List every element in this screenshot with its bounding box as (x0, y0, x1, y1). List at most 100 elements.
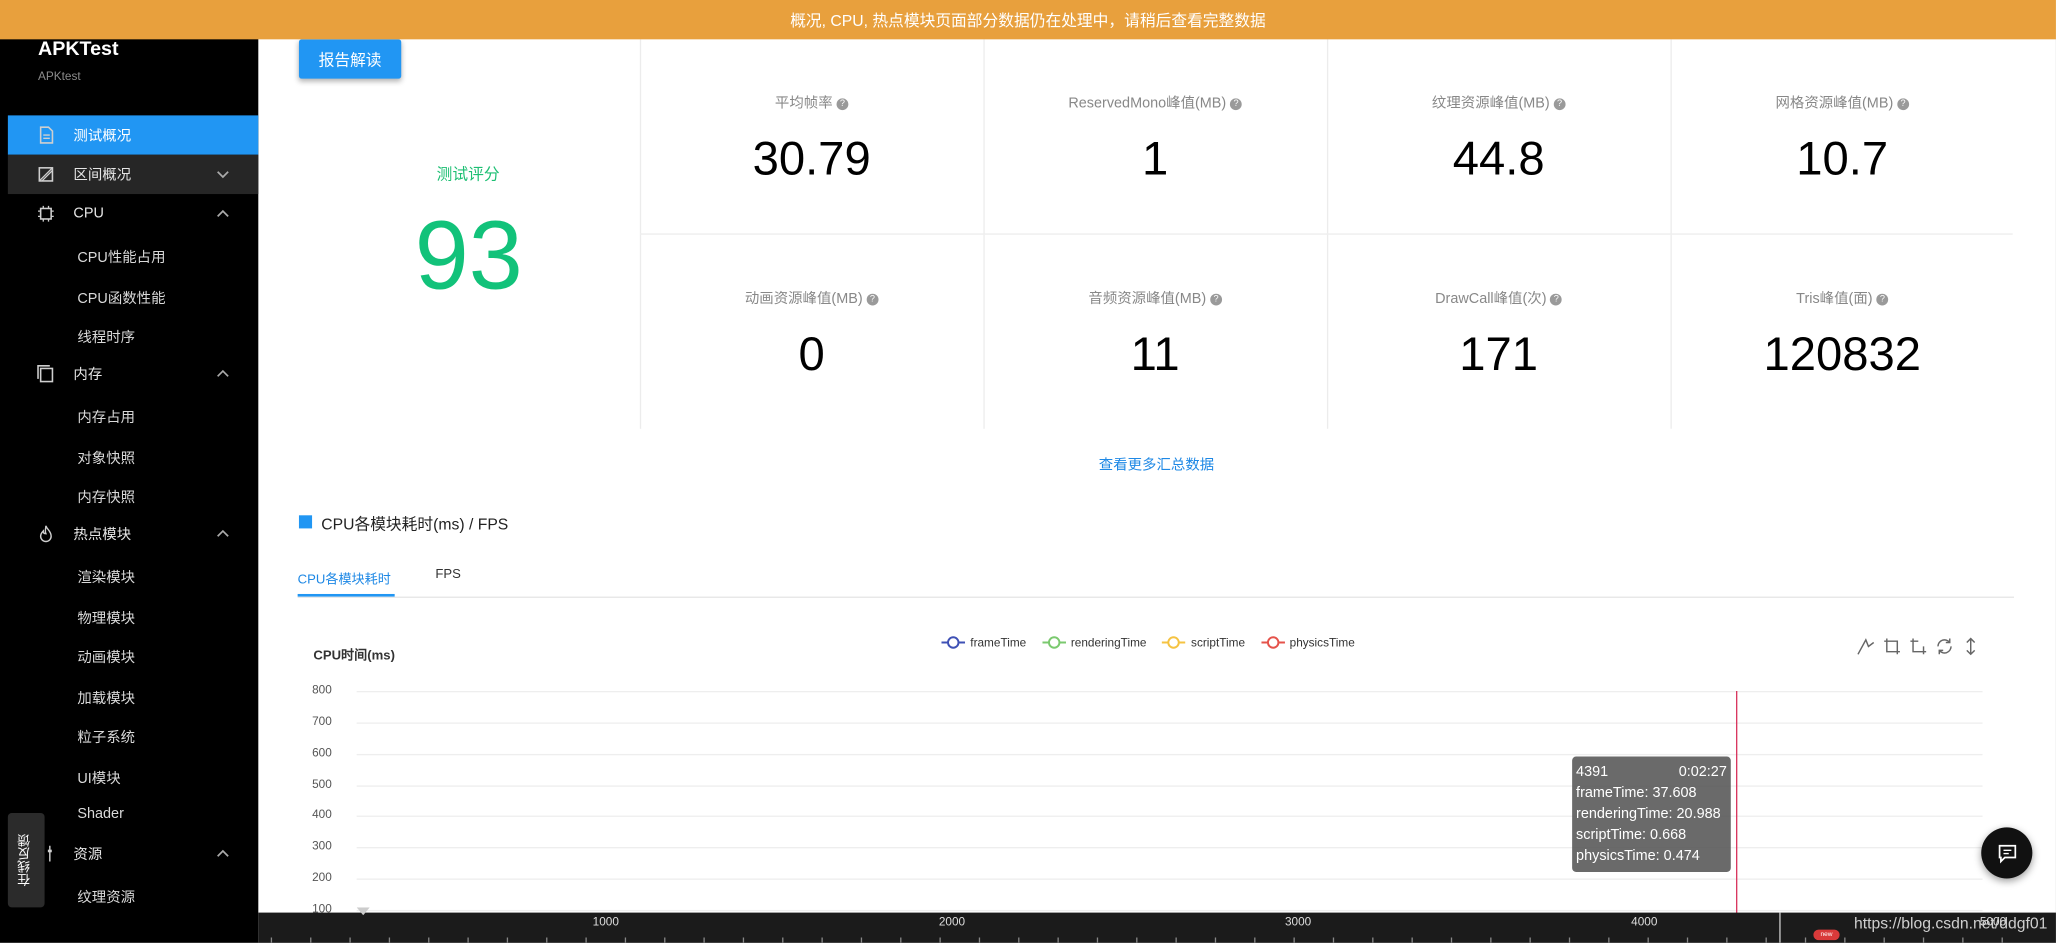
tooltip-frame: 4391 (1576, 764, 1609, 781)
sidebar-item-test-overview[interactable]: 测试概况 (7, 115, 259, 155)
tooltip-time: 0:02:27 (1678, 764, 1727, 781)
more-summary-link[interactable]: 查看更多汇总数据 (1099, 454, 1214, 475)
app-title: APKTest (38, 38, 119, 61)
sidebar-subitem-thread-timeline[interactable]: 线程时序 (77, 326, 135, 347)
watermark: https://blog.csdn.net/ddgf01 (1854, 913, 2048, 933)
vertical-resize-icon[interactable] (1962, 637, 1980, 656)
flame-icon (39, 525, 52, 543)
zoom-area-icon[interactable] (1883, 637, 1901, 655)
sidebar-item-range-overview[interactable]: 区间概况 (7, 154, 259, 195)
chat-icon (1998, 844, 2016, 863)
chevron-up-icon (217, 529, 229, 537)
tooltip-line: renderingTime: 20.988 (1576, 806, 1721, 823)
sidebar-subitem-cpu-usage[interactable]: CPU性能占用 (77, 247, 165, 268)
metric-mesh-peak: 网格资源峰值(MB)? 10.7 (1670, 39, 2012, 234)
help-icon[interactable]: ? (1876, 293, 1889, 305)
metric-label: 音频资源峰值(MB)? (985, 287, 1326, 308)
y-tick-label: 800 (312, 683, 332, 697)
metric-texture-peak: 纹理资源峰值(MB)? 44.8 (1326, 39, 1669, 234)
slider-handle-icon[interactable] (356, 907, 370, 916)
legend-item-physicstime[interactable]: physicsTime (1260, 636, 1355, 649)
help-icon[interactable]: ? (1897, 97, 1909, 110)
tab-fps[interactable]: FPS (435, 568, 461, 582)
legend-item-frametime[interactable]: frameTime (941, 636, 1026, 649)
gridline (356, 909, 1983, 912)
restore-icon[interactable] (1935, 637, 1953, 655)
y-tick-label: 300 (312, 839, 332, 853)
sidebar-subitem-rendering[interactable]: 渲染模块 (77, 566, 135, 587)
gridline (356, 722, 1983, 724)
gridline (356, 785, 1983, 787)
slider-ticks (270, 937, 2003, 943)
help-icon[interactable]: ? (1550, 293, 1563, 305)
metric-value: 30.79 (752, 131, 871, 185)
metric-label: 动画资源峰值(MB)? (641, 287, 982, 308)
test-score-label: 测试评分 (436, 165, 500, 184)
zoom-reset-icon[interactable] (1909, 637, 1927, 655)
processing-banner: 概况, CPU, 热点模块页面部分数据仍在处理中，请稍后查看完整数据 (0, 0, 2056, 40)
sidebar-item-label: 区间概况 (73, 167, 132, 184)
slider-tick-label: 3000 (1284, 915, 1312, 929)
y-tick-label: 400 (312, 807, 332, 821)
sidebar-subitem-memory-usage[interactable]: 内存占用 (77, 406, 135, 427)
sidebar-subitem-loading[interactable]: 加载模块 (77, 687, 135, 708)
section-title: CPU各模块耗时(ms) / FPS (321, 515, 509, 534)
chart-y-axis-label: CPU时间(ms) (313, 649, 395, 664)
metric-drawcall-peak: DrawCall峰值(次)? 171 (1326, 234, 1669, 429)
page-root: 概况, CPU, 热点模块页面部分数据仍在处理中，请稍后查看完整数据 APKTe… (0, 0, 2056, 943)
sidebar-subitem-particles[interactable]: 粒子系统 (77, 726, 135, 747)
chevron-up-icon (217, 209, 229, 217)
slider-tick-label: 4000 (1631, 915, 1658, 929)
metric-label: ReservedMono峰值(MB)? (985, 92, 1326, 113)
sidebar-item-hotspot-modules[interactable]: 热点模块 (8, 514, 258, 553)
help-icon[interactable]: ? (836, 97, 849, 110)
sidebar-subitem-physics[interactable]: 物理模块 (77, 607, 135, 628)
new-badge: new (1813, 929, 1840, 941)
help-icon[interactable]: ? (1553, 97, 1566, 110)
sidebar-item-label: 测试概况 (73, 128, 132, 145)
report-interpretation-button[interactable]: 报告解读 (298, 39, 402, 79)
sidebar-subitem-cpu-functions[interactable]: CPU函数性能 (77, 287, 165, 308)
y-tick-label: 200 (312, 870, 332, 884)
sidebar-item-cpu[interactable]: CPU (8, 194, 258, 233)
chart-cursor-line (1736, 691, 1738, 917)
chat-button[interactable] (1981, 827, 2033, 879)
help-icon[interactable]: ? (1230, 97, 1242, 110)
sidebar-subitem-texture-resources[interactable]: 纹理资源 (77, 886, 135, 907)
sidebar-subitem-shader[interactable]: Shader (77, 806, 124, 822)
sidebar-subitem-object-snapshot[interactable]: 对象快照 (77, 447, 135, 468)
sidebar: APKTest APKtest 测试概况 区间概况 CPU CPU性能占用 CP… (0, 0, 259, 943)
tooltip-line: scriptTime: 0.668 (1576, 827, 1687, 844)
online-feedback-button[interactable]: 在线反馈 (7, 812, 45, 908)
zoom-icon[interactable] (1857, 637, 1875, 655)
legend-item-renderingtime[interactable]: renderingTime (1041, 636, 1146, 649)
help-icon[interactable]: ? (866, 293, 879, 305)
range-icon (38, 167, 54, 182)
legend-marker-icon (1260, 636, 1285, 649)
sidebar-item-label: 资源 (73, 847, 103, 863)
sidebar-subitem-animation[interactable]: 动画模块 (77, 646, 135, 667)
document-icon (39, 126, 54, 144)
help-icon[interactable]: ? (1210, 293, 1222, 305)
sidebar-item-memory[interactable]: 内存 (8, 354, 258, 393)
tabs-divider (297, 596, 2015, 598)
sidebar-item-label: CPU (73, 205, 104, 222)
gridline (356, 878, 1983, 880)
test-score-value: 93 (414, 200, 523, 310)
tooltip-line: physicsTime: 0.474 (1576, 848, 1700, 865)
metric-audio-peak: 音频资源峰值(MB)? 11 (983, 234, 1326, 429)
sidebar-subitem-ui[interactable]: UI模块 (77, 767, 120, 788)
app-subtitle: APKtest (38, 69, 81, 83)
tab-cpu-module-time[interactable]: CPU各模块耗时 (298, 568, 391, 587)
sidebar-item-resources[interactable]: 资源 (8, 834, 258, 873)
y-tick-label: 500 (312, 777, 332, 791)
y-tick-label: 600 (312, 746, 332, 760)
data-zoom-slider[interactable]: 1000 2000 3000 4000 5000 (258, 912, 2056, 943)
chart-legend: frameTime renderingTime scriptTime physi… (941, 636, 1355, 649)
chevron-up-icon (217, 849, 229, 857)
metric-value: 10.7 (1796, 131, 1889, 185)
legend-item-scripttime[interactable]: scriptTime (1162, 636, 1245, 649)
sidebar-subitem-memory-snapshot[interactable]: 内存快照 (77, 486, 135, 507)
slider-handle[interactable] (1779, 912, 1781, 943)
cpu-icon (38, 205, 54, 222)
